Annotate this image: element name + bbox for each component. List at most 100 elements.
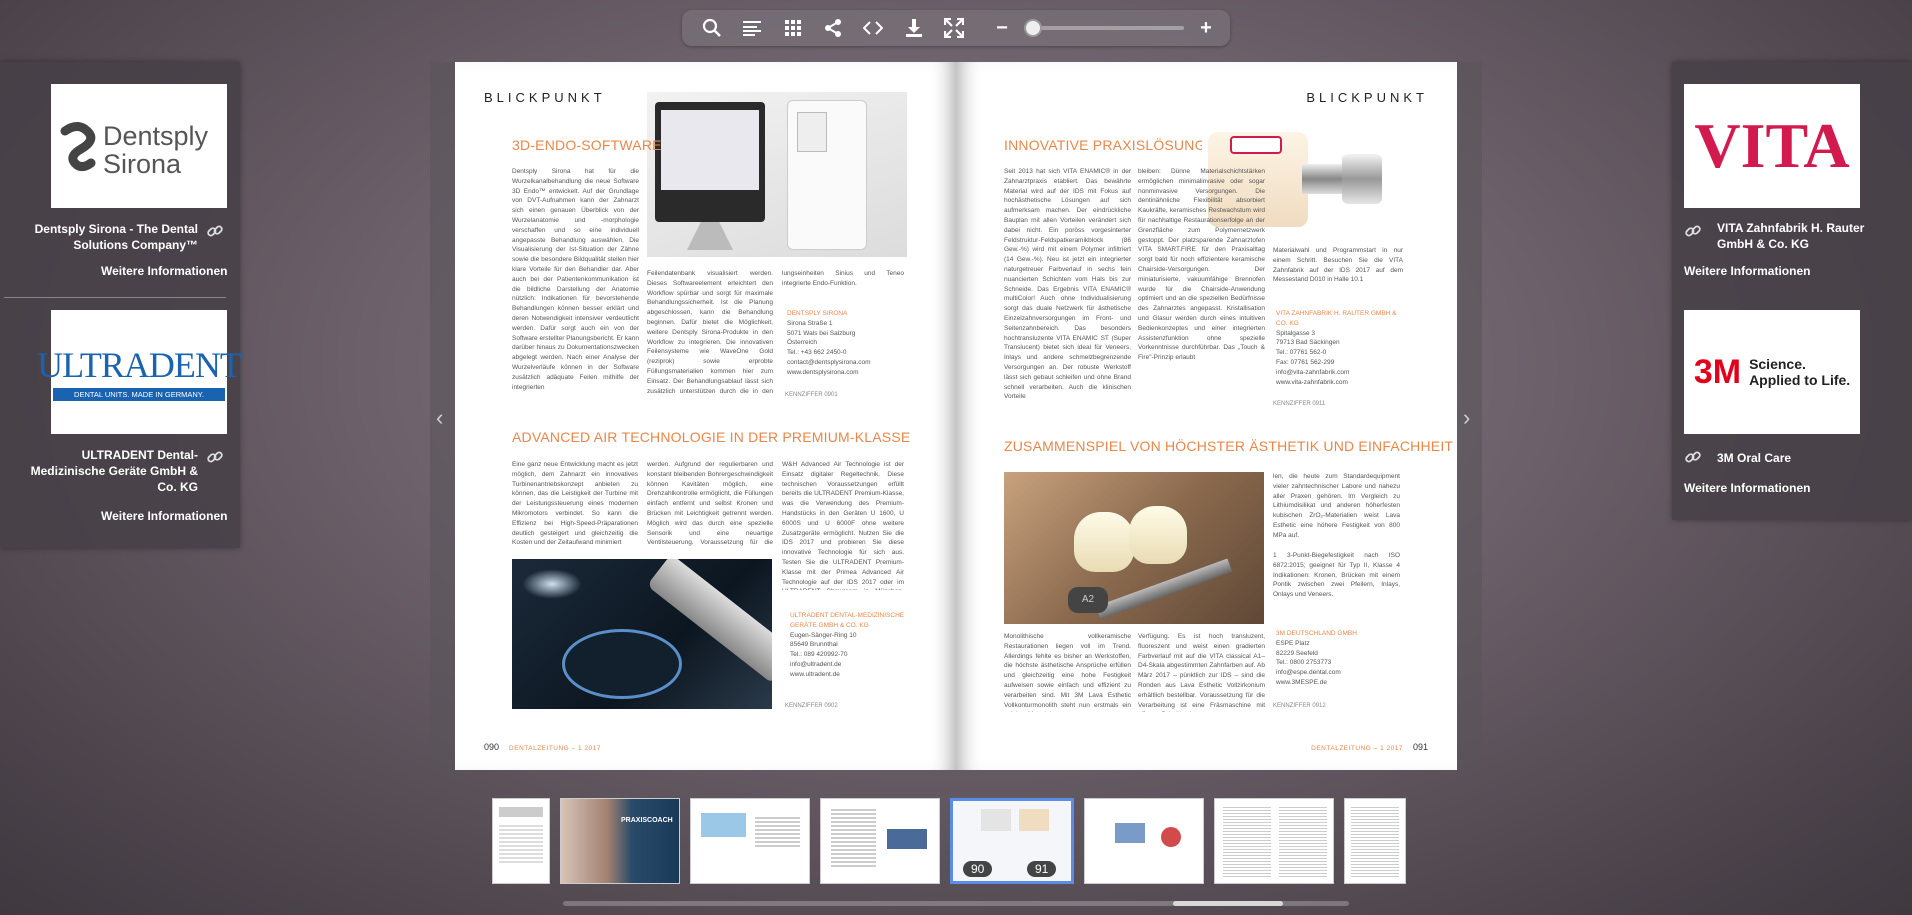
share-icon [824, 19, 841, 37]
contact-line: ESPE Platz [1276, 639, 1310, 647]
article-text: Materialwahl und Programmstart in nur ei… [1273, 247, 1403, 284]
3m-logo-mark: 3M [1693, 352, 1742, 391]
contact-line: Tel.: 0800 2753773 [1276, 659, 1332, 667]
thumbnail-page[interactable] [1084, 798, 1204, 884]
article-text: Monolithische vollkeramische Restauratio… [1004, 633, 1131, 712]
article-text: Seit 2013 hat sich VITA ENAMIC® in der Z… [1004, 168, 1131, 401]
thumbnail-page[interactable] [1344, 798, 1406, 884]
zoom-slider-handle[interactable] [1023, 19, 1042, 37]
download-button[interactable] [893, 10, 933, 46]
zoom-slider[interactable] [1023, 19, 1184, 37]
download-icon [905, 19, 922, 37]
headline-advanced-air: ADVANCED AIR TECHNOLOGIE IN DER PREMIUM-… [512, 429, 911, 445]
link-icon[interactable] [206, 448, 224, 466]
contact-line: info@ultradent.de [790, 660, 842, 668]
embed-button[interactable] [853, 10, 893, 46]
share-button[interactable] [813, 10, 853, 46]
contact-block-dentsply: DENTSPLY SIRONA Sirona Straße 1 5071 Wal… [787, 309, 871, 378]
contact-block-3m: 3M DEUTSCHLAND GMBH ESPE Platz 82229 See… [1276, 629, 1404, 688]
contact-company: VITA ZAHNFABRIK H. RAUTER GMBH & CO. KG [1276, 310, 1397, 327]
dentsply-sirona-logo[interactable]: Dentsply Sirona [51, 84, 227, 208]
page-left[interactable]: BLICKPUNKT 3D-ENDO-SOFTWARE Dentsply Sir… [455, 62, 956, 770]
3m-tagline-line2: Applied to Life. [1749, 372, 1851, 388]
article-text: lungseinheiten Sinius und Teneo integrie… [782, 270, 904, 287]
handpiece-image [512, 559, 772, 709]
thumbnail-page[interactable] [690, 798, 810, 884]
thumbnail-page[interactable] [1214, 798, 1334, 884]
contact-line: 79713 Bad Säckingen [1276, 339, 1340, 347]
table-of-contents-button[interactable] [732, 10, 772, 46]
article-text: Eine ganz neue Entwicklung macht es jetz… [512, 461, 638, 547]
page-footer: DENTALZEITUNG – 1 2017 091 [1311, 742, 1428, 752]
contact-company: ULTRADENT DENTAL-MEDIZINISCHE GERÄTE GMB… [790, 612, 905, 629]
previous-page-arrow[interactable]: ‹ [436, 405, 443, 431]
ultradent-logo[interactable]: ULTRADENT DENTAL UNITS. MADE IN GERMANY. [37, 310, 242, 434]
page-number: 091 [1412, 742, 1428, 752]
contact-company: 3M DEUTSCHLAND GMBH [1276, 630, 1357, 637]
3m-logo[interactable]: 3M Science. Applied to Life. [1684, 310, 1860, 434]
fullscreen-icon [943, 18, 964, 38]
scrollbar-thumb[interactable] [1173, 901, 1283, 906]
search-button[interactable] [692, 10, 732, 46]
contact-line: Tel.: 07761 562-0 [1276, 349, 1327, 357]
page-number: 090 [484, 742, 500, 752]
page-right[interactable]: BLICKPUNKT INNOVATIVE PRAXISLÖSUNGEN Sei… [956, 62, 1457, 770]
kennziffer: KENNZIFFER 0901 [785, 392, 838, 398]
more-info-link-dentsply[interactable]: Weitere Informationen [101, 264, 227, 278]
thumbnails-grid-button[interactable] [773, 10, 813, 46]
viewer-toolbar: − + [682, 10, 1230, 46]
link-icon[interactable] [1684, 222, 1702, 240]
svg-text:Sirona: Sirona [103, 149, 182, 179]
dentsply-sirona-mark-icon: Dentsply Sirona [60, 121, 209, 179]
fullscreen-button[interactable] [934, 10, 974, 46]
more-info-link-ultradent[interactable]: Weitere Informationen [101, 509, 227, 523]
article-text: bleiben: Dünne Materialschichtstärken er… [1138, 168, 1265, 362]
thumbnail-page[interactable]: PRAXISCOACH [560, 798, 680, 884]
magazine-name: DENTALZEITUNG – 1 2017 [1311, 745, 1403, 752]
contact-line: 82229 Seefeld [1276, 649, 1318, 657]
article-text: Verfügung. Es ist hoch transluzent, fluo… [1138, 633, 1265, 712]
contact-block-vita: VITA ZAHNFABRIK H. RAUTER GMBH & CO. KG … [1276, 309, 1404, 387]
contact-line: 5071 Wals bei Salzburg [787, 329, 856, 337]
more-info-link-vita[interactable]: Weitere Informationen [1684, 264, 1810, 278]
zoom-out-button[interactable]: − [988, 10, 1016, 46]
sponsor-panel-left: Dentsply Sirona Dentsply Sirona - The De… [0, 62, 242, 548]
page-badge: 90 [963, 861, 993, 877]
headline-3d-endo: 3D-ENDO-SOFTWARE [512, 137, 662, 153]
crown-tweezers-image: A2 [1004, 472, 1264, 624]
contact-block-ultradent: ULTRADENT DENTAL-MEDIZINISCHE GERÄTE GMB… [790, 611, 912, 680]
thumbnail-page[interactable] [492, 798, 550, 884]
contact-line: www.dentsplysirona.com [787, 368, 859, 376]
embed-icon [863, 21, 884, 35]
zoom-in-button[interactable]: + [1192, 10, 1220, 46]
vita-logo[interactable]: VITA [1684, 84, 1860, 208]
contact-line: Tel.: +43 662 2450-0 [787, 349, 847, 357]
zoom-control: − + [988, 10, 1220, 46]
kennziffer: KENNZIFFER 0912 [1273, 703, 1326, 709]
contact-line: info@vita-zahnfabrik.com [1276, 368, 1350, 376]
thumbnail-page[interactable] [820, 798, 940, 884]
thumbnail-scrollbar[interactable] [563, 901, 1349, 906]
thumbnail-strip: PRAXISCOACH 90 91 [492, 798, 1406, 886]
thumbnail-page-active[interactable]: 90 91 [950, 798, 1074, 884]
divider [4, 297, 226, 298]
contact-company: DENTSPLY SIRONA [787, 310, 848, 317]
article-text: Feilendatenbank visualisiert werden. Die… [647, 270, 773, 395]
contact-line: www.ultradent.de [790, 670, 840, 678]
contact-line: Sirona Straße 1 [787, 319, 833, 327]
more-info-link-3m[interactable]: Weitere Informationen [1684, 481, 1810, 495]
footnote-text: 1 3-Punkt-Biegefestigkeit nach ISO 6872:… [1273, 552, 1400, 599]
contact-line: 85649 Brunnthal [790, 641, 838, 649]
sponsor-name-dentsply: Dentsply Sirona - The Dental Solutions C… [34, 222, 198, 252]
sponsor-panel-right: VITA VITA Zahnfabrik H. Rauter GmbH & Co… [1672, 62, 1912, 520]
contact-line: info@espe.dental.com [1276, 669, 1341, 677]
contact-line: Spitalgasse 3 [1276, 329, 1316, 337]
magazine-name: DENTALZEITUNG – 1 2017 [509, 745, 601, 752]
link-icon[interactable] [1684, 448, 1702, 466]
next-page-arrow[interactable]: › [1463, 405, 1470, 431]
ultradent-tagline: DENTAL UNITS. MADE IN GERMANY. [53, 387, 225, 401]
vita-logo-text: VITA [1694, 110, 1850, 181]
article-text: werden. Aufgrund der regulierbaren und k… [647, 461, 773, 547]
link-icon[interactable] [206, 222, 224, 240]
article-text: W&H Advanced Air Technologie ist der Ein… [782, 461, 904, 590]
